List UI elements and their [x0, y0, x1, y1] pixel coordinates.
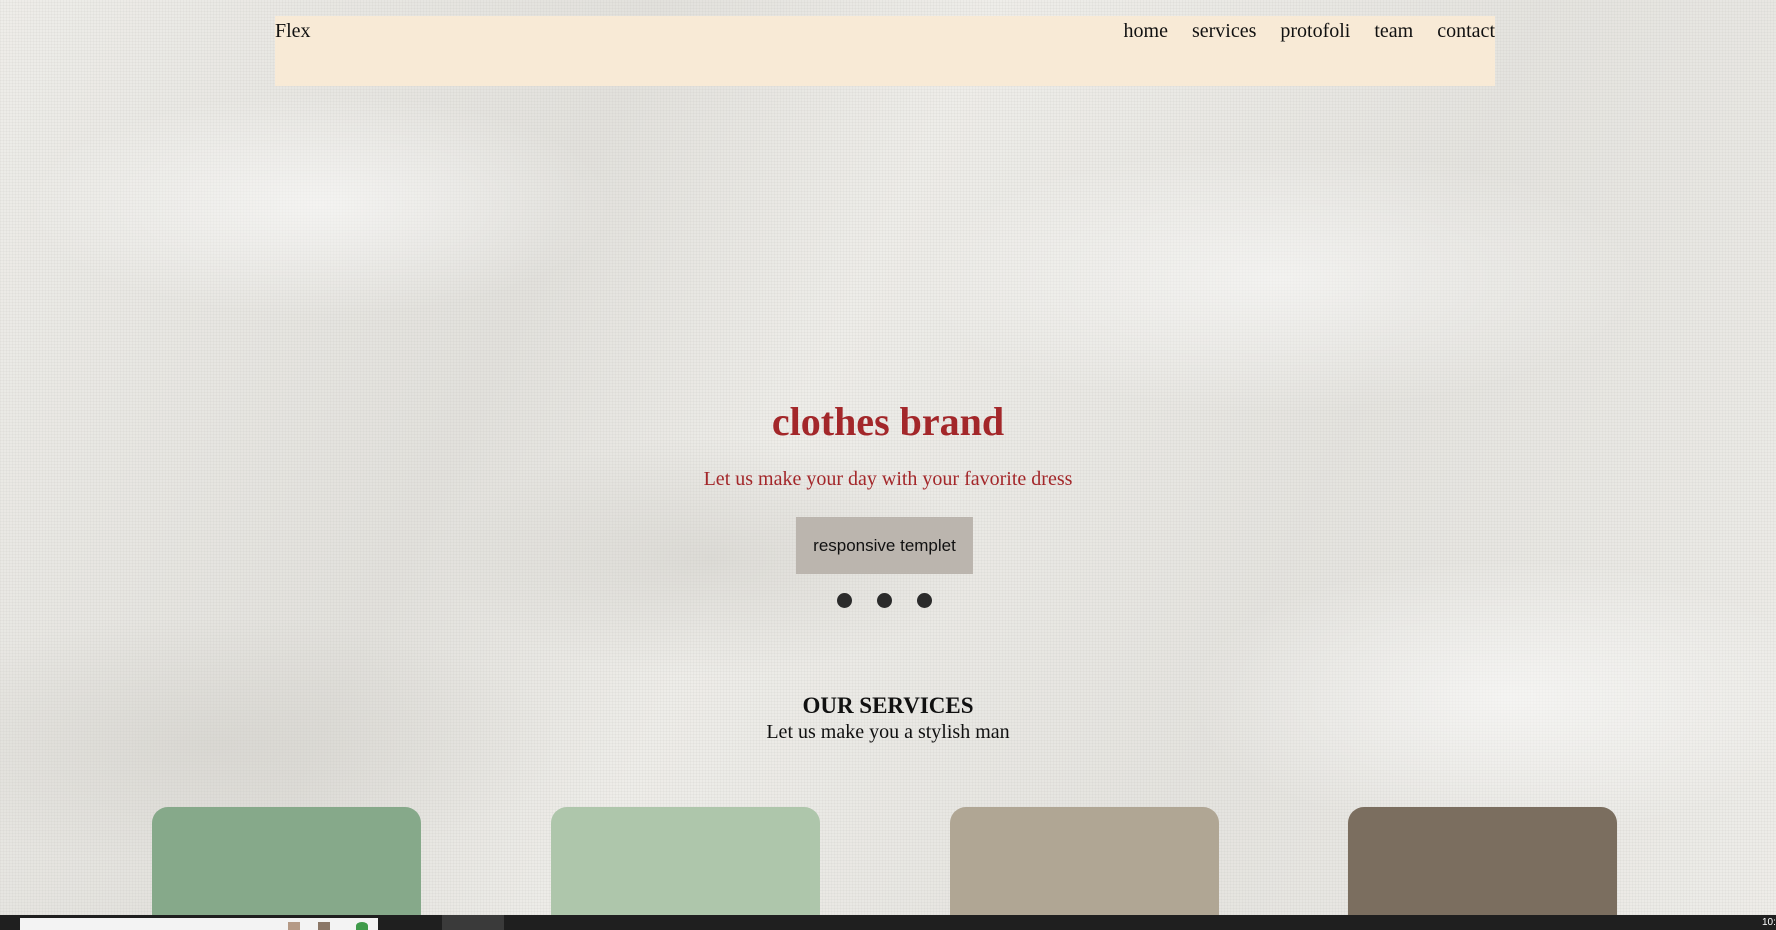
services-title: OUR SERVICES: [802, 693, 974, 718]
os-taskbar: 10:55: [0, 915, 1776, 930]
service-cards: [0, 807, 1776, 915]
site-header: Flex home services protofoli team contac…: [275, 16, 1495, 86]
browser-icon[interactable]: [356, 922, 368, 930]
services-subtitle: Let us make you a stylish man: [766, 721, 1010, 743]
nav-contact[interactable]: contact: [1437, 20, 1495, 43]
service-card-3[interactable]: [950, 807, 1219, 915]
nav-home[interactable]: home: [1124, 20, 1168, 43]
hero-title: clothes brand: [771, 399, 1005, 444]
main-nav: home services protofoli team contact: [1124, 20, 1495, 43]
logo[interactable]: Flex: [275, 20, 311, 43]
hero-subtitle: Let us make your day with your favorite …: [703, 468, 1073, 490]
file-explorer-icon[interactable]: [318, 922, 330, 930]
responsive-templet-button[interactable]: responsive templet: [796, 517, 973, 574]
taskbar-active-app[interactable]: [442, 915, 504, 930]
hero-section: clothes brand Let us make your day with …: [0, 396, 1776, 608]
nav-services[interactable]: services: [1192, 20, 1256, 43]
folder-icon[interactable]: [288, 922, 300, 930]
slider-dots: [837, 593, 932, 608]
nav-protofoli[interactable]: protofoli: [1280, 20, 1350, 43]
slider-dot-2[interactable]: [877, 593, 892, 608]
service-card-1[interactable]: [152, 807, 421, 915]
nav-team[interactable]: team: [1374, 20, 1413, 43]
services-section: OUR SERVICES Let us make you a stylish m…: [0, 692, 1776, 744]
slider-dot-3[interactable]: [917, 593, 932, 608]
slider-dot-1[interactable]: [837, 593, 852, 608]
service-card-2[interactable]: [551, 807, 820, 915]
service-card-4[interactable]: [1348, 807, 1617, 915]
taskbar-clock[interactable]: 10:55: [1762, 917, 1776, 928]
